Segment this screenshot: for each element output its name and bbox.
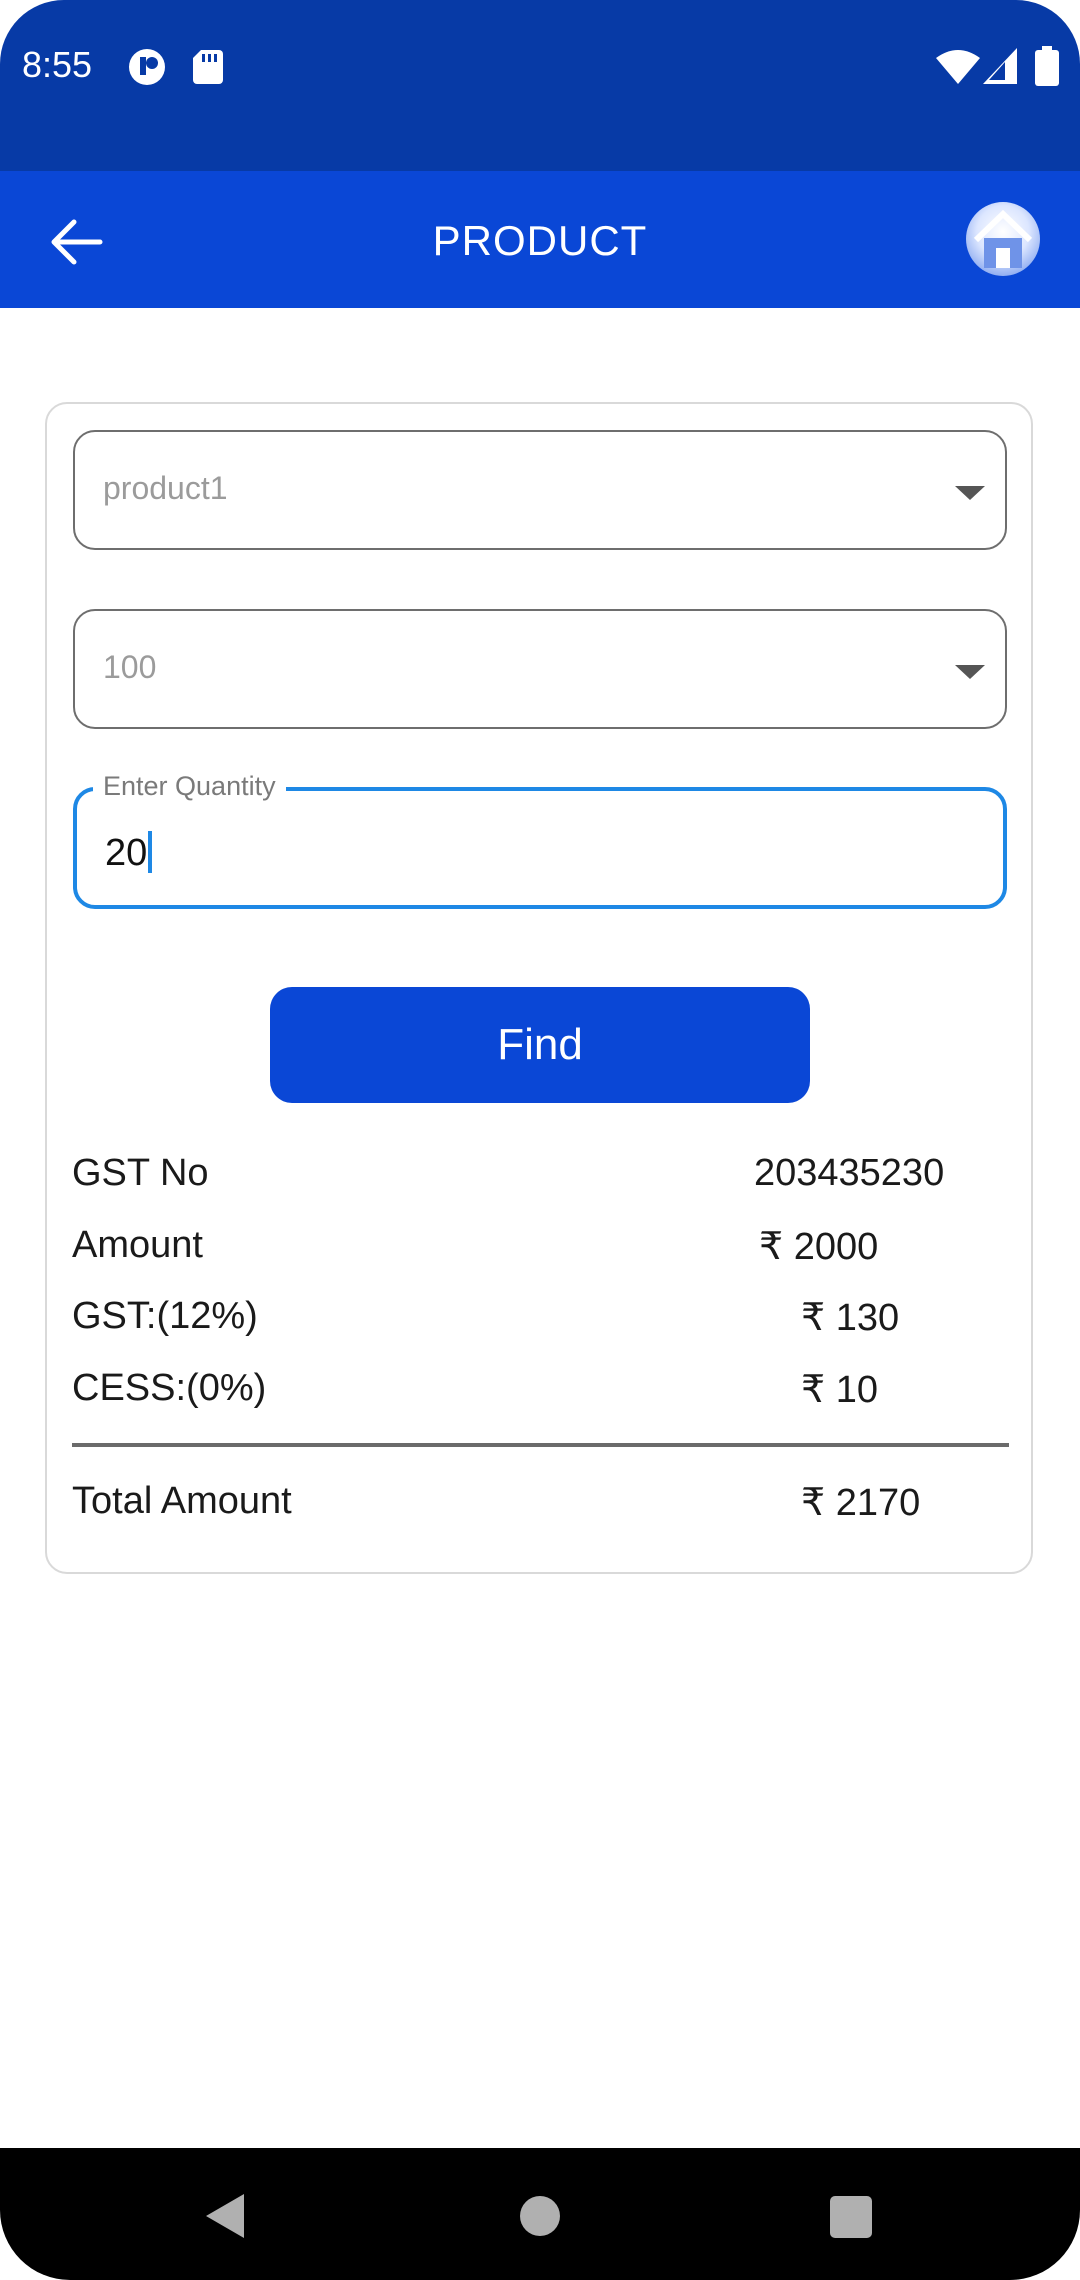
- amount-label: Amount: [72, 1224, 203, 1266]
- cess-label: CESS:(0%): [72, 1367, 267, 1409]
- amount-value: ₹ 2000: [759, 1226, 879, 1268]
- gst-value: ₹ 130: [801, 1297, 900, 1339]
- nav-home-icon[interactable]: [520, 2196, 560, 2236]
- navigation-bar: [0, 2148, 1080, 2280]
- home-icon: [973, 209, 1033, 268]
- find-button[interactable]: Find: [270, 987, 810, 1103]
- nav-recents-icon[interactable]: [830, 2196, 872, 2238]
- gst-label: GST:(12%): [72, 1295, 258, 1337]
- quantity-label: Enter Quantity: [93, 771, 286, 802]
- quantity-input[interactable]: 20: [105, 832, 147, 874]
- notification-icon: [128, 48, 166, 91]
- status-time: 8:55: [22, 44, 93, 85]
- chevron-down-icon: [955, 665, 985, 679]
- size-select[interactable]: 100: [73, 609, 1007, 729]
- home-button[interactable]: [966, 202, 1040, 276]
- size-select-value: 100: [103, 649, 157, 685]
- text-cursor: [148, 831, 153, 873]
- page-title: PRODUCT: [432, 217, 648, 264]
- divider: [72, 1443, 1009, 1447]
- quantity-field[interactable]: Enter Quantity 20: [73, 771, 1007, 909]
- total-amount-value: ₹ 2170: [801, 1482, 921, 1524]
- app-bar: PRODUCT: [0, 171, 1080, 308]
- product-select-value: product1: [103, 470, 228, 506]
- wifi-icon: [936, 50, 980, 89]
- gst-no-value: 203435230: [754, 1152, 945, 1194]
- gst-no-label: GST No: [72, 1152, 209, 1194]
- cess-value: ₹ 10: [801, 1369, 879, 1411]
- sd-card-icon: [193, 50, 223, 89]
- product-select[interactable]: product1: [73, 430, 1007, 550]
- signal-icon: [983, 48, 1017, 89]
- total-amount-label: Total Amount: [72, 1480, 292, 1522]
- nav-back-icon[interactable]: [204, 2192, 248, 2245]
- status-bar: 8:55: [0, 0, 1080, 171]
- battery-icon: [1035, 46, 1059, 91]
- chevron-down-icon: [955, 486, 985, 500]
